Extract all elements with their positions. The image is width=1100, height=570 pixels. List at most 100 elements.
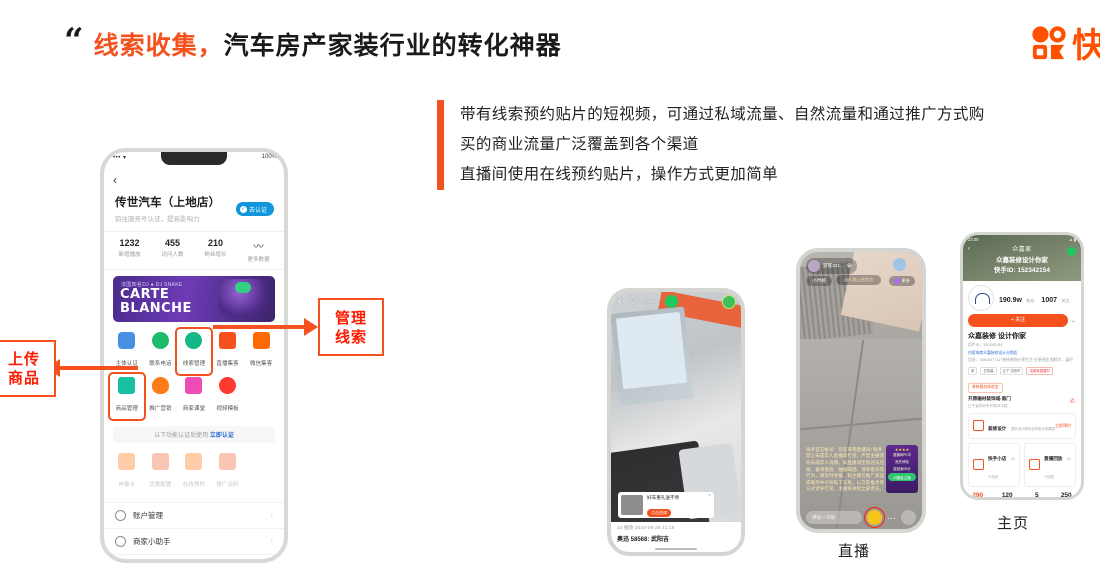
feature-weixinjike[interactable]: 微信集客	[244, 329, 278, 374]
chevron-right-icon: ›	[270, 512, 273, 519]
tab-fans[interactable]: 5 粉丝	[1022, 492, 1052, 497]
phone-icon[interactable]: ✆	[1070, 398, 1075, 405]
more-icon[interactable]: ···	[644, 296, 654, 307]
avatar[interactable]	[722, 295, 736, 309]
more-viewers-button[interactable]: 更多	[888, 276, 915, 286]
book-now-button[interactable]: 立即预约	[1055, 423, 1071, 429]
share-icon[interactable]	[901, 510, 916, 525]
feature-label: 商家课堂	[182, 406, 206, 412]
back-icon[interactable]: ‹	[618, 296, 621, 307]
following-count-block[interactable]: 1007 关注	[1041, 289, 1069, 307]
product-card-button[interactable]: 点击咨询	[647, 508, 671, 518]
live-gift-panel[interactable]: ★★★★ 直播间PK中 抢先体验 距结束05分 闪耀星主播	[886, 445, 918, 493]
list-item-label: 账户管理	[133, 511, 163, 520]
stat-cell[interactable]: 210 粉丝增长	[194, 238, 237, 263]
hour-rank-badge[interactable]: 小时榜	[806, 276, 832, 286]
follow-row: + 关注 ⌄	[968, 314, 1076, 327]
follow-button[interactable]: + 关注	[968, 314, 1068, 327]
chevron-down-icon[interactable]: ⌄	[1071, 317, 1076, 324]
phone-notch-bar: ••• ▾ 100%	[104, 152, 284, 168]
design-icon	[973, 420, 984, 432]
feature-empty-cell-2	[244, 450, 278, 495]
more-options-icon[interactable]: ···	[887, 513, 896, 523]
feature-tuiguangyingxiao[interactable]: 推广营销	[144, 374, 178, 419]
gift-panel-button[interactable]: 闪耀星主播	[888, 473, 916, 481]
service-card-replay[interactable]: 直播回放 60个回放	[1024, 442, 1076, 487]
description-lines: 带有线索预约贴片的短视频，可通过私域流量、自然流量和通过推广方式购 买的商业流量…	[460, 100, 985, 190]
shop-tag[interactable]: 家	[968, 366, 978, 376]
follower-count-block[interactable]: 190.9w 粉丝	[999, 289, 1034, 307]
stat-cell[interactable]: 1232 新增播放	[108, 238, 151, 263]
product-clue-card[interactable]: 好车重礼送不停 点击咨询 ×	[618, 492, 714, 518]
replay-icon	[1029, 459, 1040, 471]
service-card-title: 快手小店	[988, 455, 1007, 461]
feature-label: 直播集客	[216, 361, 239, 367]
shop-verified-note: 内容电商众嘉装修设计分销店	[968, 350, 1018, 355]
feature-label: 推广返利	[216, 482, 239, 488]
list-item-label: 快说车小助手	[133, 562, 178, 563]
viewer-avatar[interactable]	[893, 258, 906, 271]
live-indicator-icon[interactable]	[1067, 247, 1076, 256]
list-item-assistant[interactable]: 商家小助手 ›	[104, 528, 284, 554]
feature-xiansuoguanli[interactable]: 线索管理	[175, 327, 213, 376]
laptop-image	[611, 306, 694, 406]
page-title: “ 线索收集，汽车房产家装行业的转化神器	[64, 24, 562, 62]
feature-grid: 主体认证 联系电话 线索管理 直播集客 微信集客 商品管理 推广营销 商家课堂 …	[104, 322, 284, 421]
gift-rank-pill[interactable]: 送礼物上榜首位	[836, 275, 882, 285]
list-item-account[interactable]: 账户管理 ›	[104, 502, 284, 528]
live-phone-caption: 直播	[838, 543, 871, 560]
shop-tag[interactable]: 日常装	[980, 366, 997, 376]
shop-header: 传世汽车（上地店） 前往服务号认证，提高影响力 ✓ 去认证	[104, 190, 284, 229]
live-phone-mockup: 游客321... 😀 小时榜 送礼物上榜首位 更多 快手官方帐号：欢迎来到直播间…	[796, 248, 926, 533]
service-card-design[interactable]: 装修设计 提供设计服务及样板与效果图 立即预约	[968, 412, 1076, 439]
shop-name: 众嘉装修 设计你家	[968, 333, 1026, 340]
banner-headline-line2: BLANCHE	[120, 300, 192, 316]
live-chat-notice: 快手官方帐号：欢迎来到直播间! 快手禁止未成年人直播或打赏，严禁主播诱导未成年人…	[806, 446, 885, 492]
callout-upload-goods: 上传 商品	[0, 340, 56, 397]
feature-label: 优惠配置	[149, 482, 172, 488]
feature-label: 申聚合	[118, 482, 136, 488]
callout-manage-line2: 线索	[334, 329, 367, 346]
shop-tag[interactable]: 辽宁 沈阳市	[999, 366, 1024, 376]
feature-row-3: 申聚合 优惠配置 在线预约 推广返利	[110, 450, 278, 495]
aggregate-icon	[118, 453, 136, 470]
shop-tag[interactable]: 活够家居建材	[1026, 366, 1053, 376]
tab-works[interactable]: 290 作品	[963, 492, 993, 497]
feature-shipinmoban[interactable]: 视频模板	[211, 374, 245, 419]
description-line-1: 带有线索预约贴片的短视频，可通过私域流量、自然流量和通过推广方式购	[460, 106, 985, 123]
live-clue-button[interactable]	[864, 507, 885, 528]
verify-badge[interactable]: ✓ 去认证	[235, 202, 274, 216]
video-author-name: 武阳吉	[651, 537, 670, 543]
feature-zhibojike[interactable]: 直播集客	[211, 329, 245, 374]
feature-lianxidianhua[interactable]: 联系电话	[144, 329, 178, 374]
class-icon	[185, 377, 203, 394]
heart-icon[interactable]: ♡	[628, 296, 637, 307]
stat-cell[interactable]: 455 访问人数	[151, 238, 194, 263]
certify-now-link[interactable]: 立即认证	[210, 433, 234, 439]
live-bottom-bar: 评论一下呗 ···	[800, 507, 922, 528]
service-card-body: 直播回放 60个回放	[1044, 447, 1071, 483]
close-icon[interactable]: ×	[708, 493, 711, 499]
more-data-cell[interactable]: 〰 更多数据	[237, 238, 280, 263]
comment-input[interactable]: 评论一下呗	[806, 511, 862, 524]
video-author[interactable]: 奥迅 58568: 武阳吉	[617, 534, 735, 543]
follower-counts: 190.9w 粉丝 1007 关注	[999, 289, 1069, 307]
service-card-shop[interactable]: 快手小店 43个商品	[968, 442, 1020, 487]
live-badge-icon[interactable]	[665, 295, 679, 308]
list-item-car-assistant[interactable]: 快说车小助手 ›	[104, 554, 284, 563]
shop-address[interactable]: 开原磁材装饰城-南门 辽宁省铁岭市开原市中路 ✆	[963, 393, 1081, 409]
back-button[interactable]: ‹	[104, 168, 284, 190]
streamer-tag[interactable]: 游客321... 😀	[806, 258, 858, 274]
tab-deals[interactable]: 120 成交	[993, 492, 1023, 497]
home-phone-mockup: 23:20 ⊿ ▮ ‹ 众嘉家 众嘉装修设计你家 快手ID: 152342154…	[960, 232, 1084, 500]
settings-list: 账户管理 › 商家小助手 › 快说车小助手 › 建议意见 ›	[104, 502, 284, 563]
feature-shangjiaketang[interactable]: 商家课堂	[177, 374, 211, 419]
shop-stats-row: 1232 新增播放 455 访问人数 210 粉丝增长 〰 更多数据	[104, 231, 284, 270]
tab-analysis[interactable]: 250 分析	[1052, 492, 1082, 497]
shop-tags: 家 日常装 辽宁 沈阳市 活够家居建材	[968, 366, 1076, 376]
service-card-title: 直播回放	[1044, 455, 1063, 461]
feature-shangpinguanli[interactable]: 商品管理	[108, 372, 146, 421]
avatar[interactable]	[968, 285, 994, 311]
phone-icon	[151, 332, 169, 349]
promo-banner[interactable]: 法国知名DJ ● DJ SNAKE CARTE BLANCHE	[113, 276, 275, 322]
